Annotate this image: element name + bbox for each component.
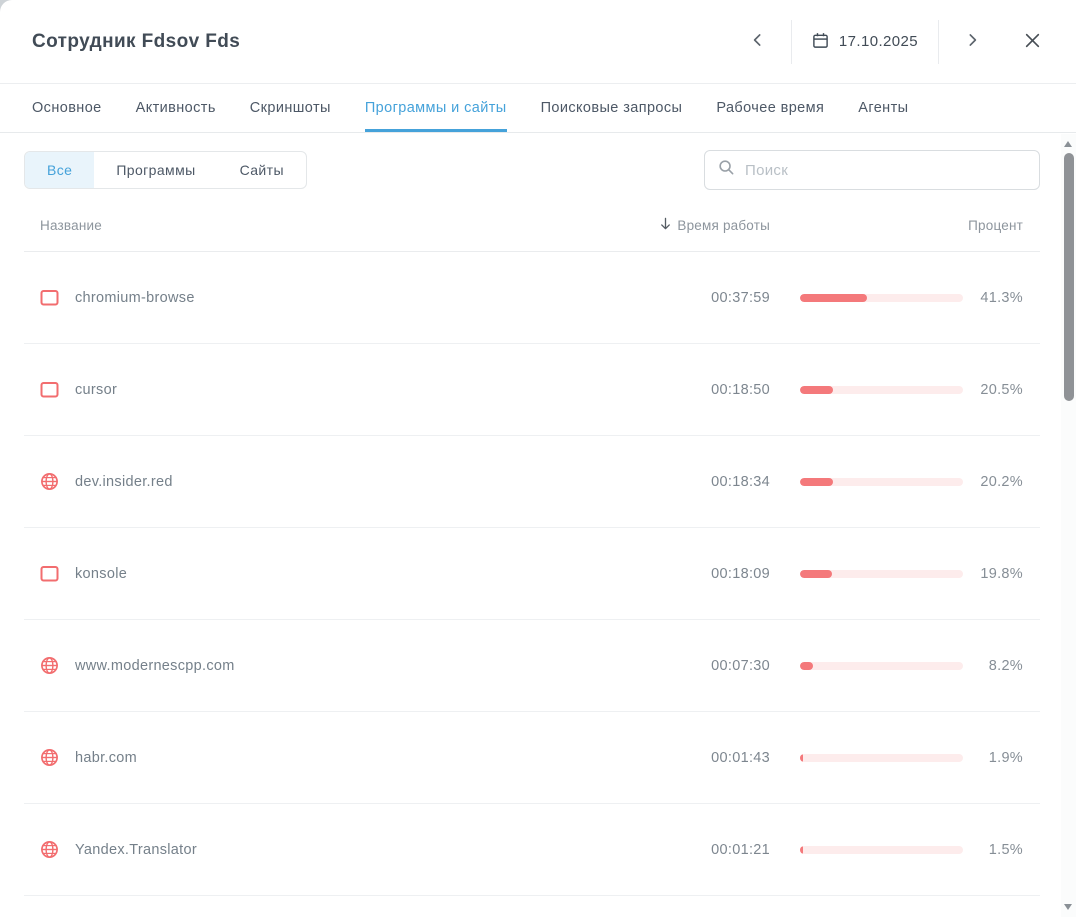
globe-icon bbox=[40, 472, 59, 491]
row-percent: 20.2% bbox=[963, 474, 1023, 490]
tab-osnovnoe[interactable]: Основное bbox=[32, 84, 102, 132]
prev-date-button[interactable] bbox=[745, 27, 771, 56]
progress-fill bbox=[800, 478, 833, 486]
table-body: chromium-browse 00:37:59 41.3% bbox=[24, 252, 1040, 896]
tabs-bar: Основное Активность Скриншоты Программы … bbox=[0, 84, 1076, 133]
dialog-header: Сотрудник Fdsov Fds 17.10.2025 bbox=[0, 0, 1076, 84]
scrollbar bbox=[1061, 134, 1076, 917]
chevron-left-icon bbox=[749, 31, 767, 52]
table-row: dev.insider.red 00:18:34 20.2% bbox=[24, 436, 1040, 528]
row-name: habr.com bbox=[75, 750, 137, 766]
progress-track bbox=[800, 294, 963, 302]
progress-fill bbox=[800, 662, 813, 670]
tab-aktivnost[interactable]: Активность bbox=[136, 84, 216, 132]
globe-icon bbox=[40, 656, 59, 675]
progress-track bbox=[800, 478, 963, 486]
row-time: 00:01:21 bbox=[650, 842, 770, 858]
table-row: chromium-browse 00:37:59 41.3% bbox=[24, 252, 1040, 344]
tab-agenty[interactable]: Агенты bbox=[858, 84, 908, 132]
close-icon bbox=[1023, 31, 1042, 53]
tab-rabochee-vremya[interactable]: Рабочее время bbox=[716, 84, 824, 132]
employee-dialog: Сотрудник Fdsov Fds 17.10.2025 bbox=[0, 0, 1076, 917]
content: Все Программы Сайты Название bbox=[0, 150, 1076, 896]
progress-track bbox=[800, 570, 963, 578]
row-name: dev.insider.red bbox=[75, 474, 173, 490]
page-title: Сотрудник Fdsov Fds bbox=[32, 31, 240, 53]
divider bbox=[938, 20, 939, 64]
date-picker-button[interactable]: 17.10.2025 bbox=[812, 32, 918, 52]
row-percent: 41.3% bbox=[963, 290, 1023, 306]
filter-programs-button[interactable]: Программы bbox=[94, 152, 217, 188]
globe-icon bbox=[40, 840, 59, 859]
chevron-right-icon bbox=[963, 31, 981, 52]
table-row: habr.com 00:01:43 1.9% bbox=[24, 712, 1040, 804]
table-header: Название Время работы Процент bbox=[24, 216, 1040, 252]
scrollbar-down-arrow[interactable] bbox=[1064, 904, 1072, 910]
row-name: konsole bbox=[75, 566, 127, 582]
progress-track bbox=[800, 846, 963, 854]
row-time: 00:37:59 bbox=[650, 290, 770, 306]
row-percent: 1.9% bbox=[963, 750, 1023, 766]
table-row: cursor 00:18:50 20.5% bbox=[24, 344, 1040, 436]
progress-fill bbox=[800, 570, 832, 578]
row-percent: 8.2% bbox=[963, 658, 1023, 674]
program-icon bbox=[40, 564, 59, 583]
progress-fill bbox=[800, 754, 803, 762]
progress-track bbox=[800, 754, 963, 762]
date-navigation: 17.10.2025 bbox=[745, 20, 1046, 64]
progress-track bbox=[800, 386, 963, 394]
row-percent: 19.8% bbox=[963, 566, 1023, 582]
row-percent: 20.5% bbox=[963, 382, 1023, 398]
row-time: 00:07:30 bbox=[650, 658, 770, 674]
column-header-name: Название bbox=[40, 218, 650, 233]
sort-desc-arrow-icon bbox=[658, 216, 673, 234]
scrollbar-thumb[interactable] bbox=[1064, 153, 1074, 401]
row-percent: 1.5% bbox=[963, 842, 1023, 858]
column-header-time: Время работы bbox=[677, 218, 770, 233]
program-icon bbox=[40, 380, 59, 399]
next-date-button[interactable] bbox=[959, 27, 985, 56]
progress-track bbox=[800, 662, 963, 670]
progress-fill bbox=[800, 846, 803, 854]
search-icon bbox=[718, 159, 735, 181]
scrollbar-up-arrow[interactable] bbox=[1064, 141, 1072, 147]
row-name: cursor bbox=[75, 382, 117, 398]
row-name: Yandex.Translator bbox=[75, 842, 197, 858]
progress-fill bbox=[800, 294, 867, 302]
column-header-time-sort[interactable]: Время работы bbox=[650, 216, 770, 234]
row-time: 00:18:09 bbox=[650, 566, 770, 582]
table-row: www.modernescpp.com 00:07:30 8.2% bbox=[24, 620, 1040, 712]
filter-sites-button[interactable]: Сайты bbox=[218, 152, 306, 188]
globe-icon bbox=[40, 748, 59, 767]
row-name: chromium-browse bbox=[75, 290, 195, 306]
close-button[interactable] bbox=[1019, 27, 1046, 57]
row-time: 00:18:34 bbox=[650, 474, 770, 490]
row-time: 00:01:43 bbox=[650, 750, 770, 766]
program-icon bbox=[40, 288, 59, 307]
calendar-icon bbox=[812, 32, 829, 52]
type-filter: Все Программы Сайты bbox=[24, 151, 307, 189]
progress-fill bbox=[800, 386, 833, 394]
table-row: konsole 00:18:09 19.8% bbox=[24, 528, 1040, 620]
toolbar: Все Программы Сайты bbox=[24, 150, 1040, 190]
tab-programmy-i-sajty[interactable]: Программы и сайты bbox=[365, 84, 507, 132]
row-name: www.modernescpp.com bbox=[75, 658, 235, 674]
search-input[interactable] bbox=[745, 162, 1026, 179]
tab-poiskovye-zaprosy[interactable]: Поисковые запросы bbox=[541, 84, 683, 132]
table-row: Yandex.Translator 00:01:21 1.5% bbox=[24, 804, 1040, 896]
filter-all-button[interactable]: Все bbox=[25, 152, 94, 188]
row-time: 00:18:50 bbox=[650, 382, 770, 398]
divider bbox=[791, 20, 792, 64]
search-box bbox=[704, 150, 1040, 190]
selected-date: 17.10.2025 bbox=[839, 33, 918, 50]
column-header-percent: Процент bbox=[963, 218, 1023, 233]
tab-skrinshoty[interactable]: Скриншоты bbox=[250, 84, 331, 132]
